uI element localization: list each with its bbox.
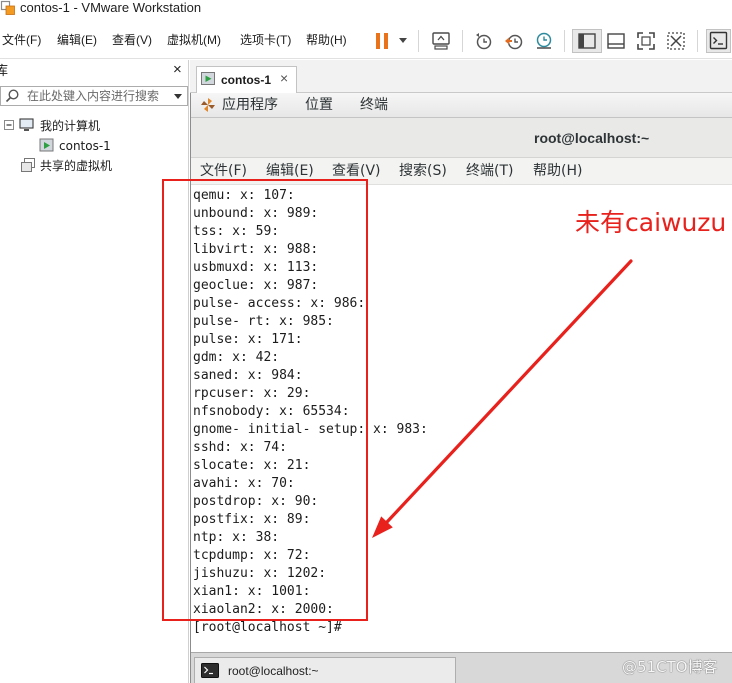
taskbar-item-label: root@localhost:~ xyxy=(228,664,319,678)
toolbar-separator xyxy=(697,30,698,52)
window-title: contos-1 - VMware Workstation xyxy=(20,0,202,15)
terminal-menu-search[interactable]: 搜索(S) xyxy=(399,163,447,179)
terminal-icon xyxy=(201,663,219,678)
tree-item-label: contos-1 xyxy=(59,139,111,153)
tree-item-shared-vms[interactable]: 共享的虚拟机 xyxy=(0,156,188,176)
search-icon xyxy=(5,89,19,103)
menu-help[interactable]: 帮助(H) xyxy=(306,33,347,47)
dropdown-arrow-icon[interactable] xyxy=(398,37,408,45)
vm-icon xyxy=(201,72,215,86)
terminal-title: root@localhost:~ xyxy=(534,130,650,146)
shared-vms-icon xyxy=(21,158,35,172)
menu-view[interactable]: 查看(V) xyxy=(112,33,152,47)
terminal-prompt[interactable]: [root@localhost ~]# xyxy=(193,619,732,637)
tab-strip: contos-1 × xyxy=(190,60,732,93)
taskbar-terminal-button[interactable]: root@localhost:~ xyxy=(194,657,456,683)
tree-item-my-computer[interactable]: 我的计算机 xyxy=(0,116,188,136)
snapshot-take-icon[interactable] xyxy=(474,31,494,51)
terminal-menu-view[interactable]: 查看(V) xyxy=(332,163,381,179)
gnome-applications-menu[interactable]: 应用程序 xyxy=(222,97,278,113)
gnome-places-menu[interactable]: 位置 xyxy=(305,97,333,113)
pause-icon[interactable] xyxy=(372,31,392,51)
tab-close-button[interactable]: × xyxy=(280,70,288,86)
gnome-top-bar: 应用程序 位置 终端 xyxy=(191,93,732,118)
unity-icon[interactable] xyxy=(666,31,686,51)
menu-toolbar: 文件(F) 编辑(E) 查看(V) 虚拟机(M) 选项卡(T) 帮助(H) xyxy=(0,21,732,59)
snapshot-manager-icon[interactable] xyxy=(534,31,554,51)
send-ctrl-alt-del-icon[interactable] xyxy=(431,31,451,51)
library-panel: 库 × 我的计算机 xyxy=(0,60,189,683)
menu-edit[interactable]: 编辑(E) xyxy=(57,33,97,47)
tree-item-label: 共享的虚拟机 xyxy=(40,159,113,173)
menu-vm[interactable]: 虚拟机(M) xyxy=(167,33,221,47)
menu-file[interactable]: 文件(F) xyxy=(2,33,41,47)
terminal-menu-help[interactable]: 帮助(H) xyxy=(533,163,582,179)
terminal-header-bar[interactable]: root@localhost:~ xyxy=(191,118,732,158)
tab-contos-1[interactable]: contos-1 × xyxy=(196,66,297,93)
library-close-button[interactable]: × xyxy=(173,61,182,78)
terminal-menu-edit[interactable]: 编辑(E) xyxy=(266,163,314,179)
applications-icon xyxy=(201,98,215,112)
title-bar: contos-1 - VMware Workstation xyxy=(0,0,732,21)
annotation-label: 未有caiwuzu xyxy=(575,208,727,237)
menu-tabs[interactable]: 选项卡(T) xyxy=(240,33,291,47)
vmware-logo-icon xyxy=(0,0,15,15)
annotation-highlight-box xyxy=(162,179,368,621)
library-search-box[interactable] xyxy=(0,86,188,106)
tree-item-label: 我的计算机 xyxy=(40,119,101,133)
console-view-icon[interactable] xyxy=(606,31,626,51)
vm-icon xyxy=(39,138,54,153)
terminal-menu-file[interactable]: 文件(F) xyxy=(200,163,247,179)
toolbar-separator xyxy=(418,30,419,52)
fullscreen-icon[interactable] xyxy=(636,31,656,51)
watermark: @51CTO博客 xyxy=(622,658,718,676)
computer-icon xyxy=(19,118,34,132)
gnome-terminal-menu[interactable]: 终端 xyxy=(360,97,388,113)
snapshot-revert-icon[interactable] xyxy=(504,31,524,51)
toolbar-separator xyxy=(462,30,463,52)
search-input[interactable] xyxy=(27,88,167,104)
library-view-icon[interactable] xyxy=(572,29,602,53)
tree-item-vm[interactable]: contos-1 xyxy=(0,136,188,156)
tab-label: contos-1 xyxy=(221,73,272,87)
collapse-icon[interactable] xyxy=(4,120,14,130)
toolbar-separator xyxy=(564,30,565,52)
terminal-menu-terminal[interactable]: 终端(T) xyxy=(466,163,513,179)
search-dropdown-icon[interactable] xyxy=(173,93,183,101)
terminal-icon[interactable] xyxy=(706,29,731,53)
library-title: 库 xyxy=(0,63,8,79)
